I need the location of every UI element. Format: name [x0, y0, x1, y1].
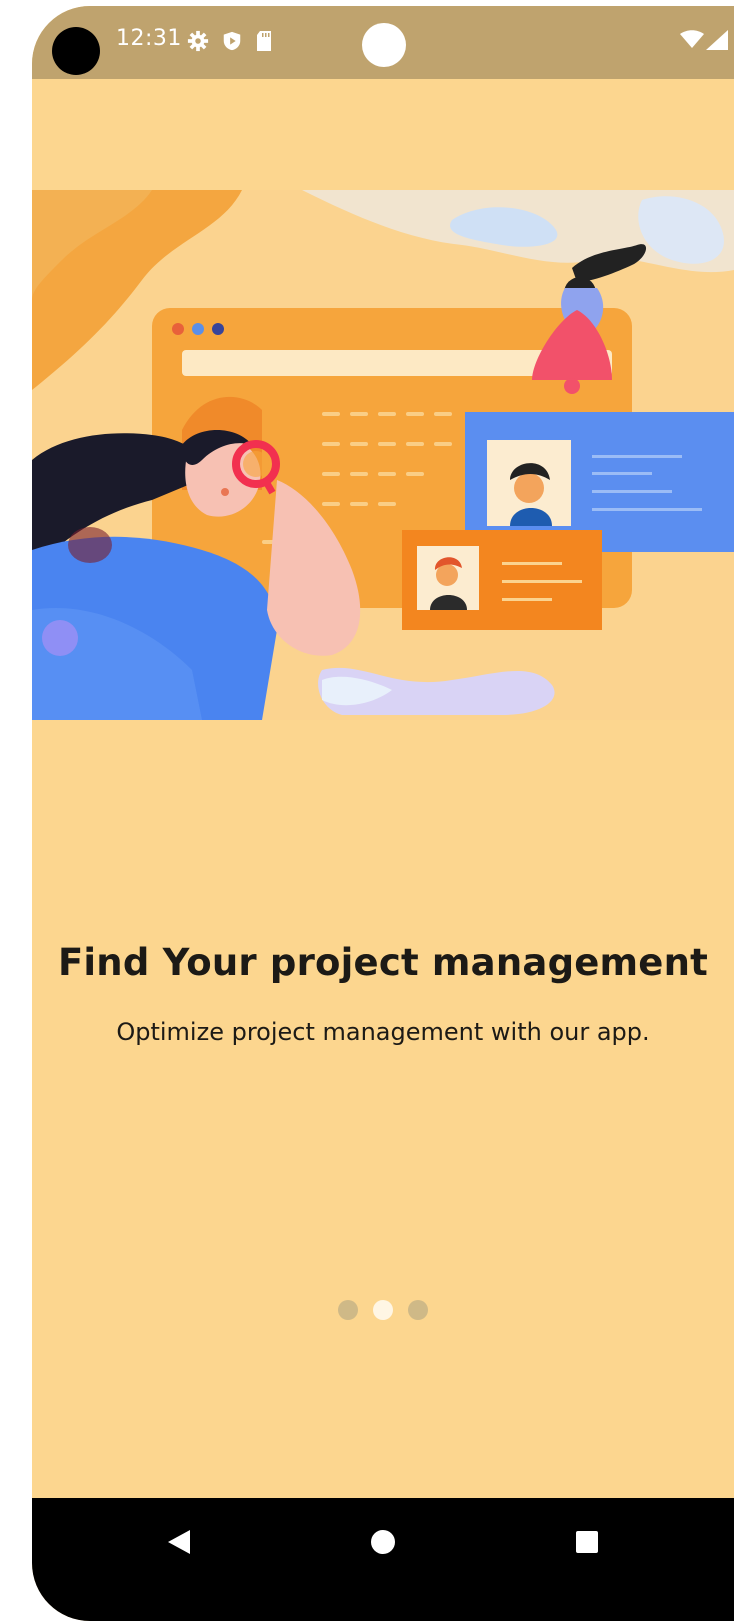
front-camera	[362, 23, 406, 67]
shield-play-icon	[221, 30, 243, 56]
status-bar: 12:31	[32, 6, 734, 79]
back-icon[interactable]	[157, 1520, 201, 1564]
cell-signal-icon	[706, 30, 728, 54]
pager-dot-3[interactable]	[408, 1300, 428, 1320]
status-clock: 12:31	[116, 26, 182, 51]
recents-icon[interactable]	[565, 1520, 609, 1564]
camera-cutout	[52, 27, 100, 75]
wifi-icon	[680, 30, 704, 54]
onboarding-subtitle: Optimize project management with our app…	[116, 1018, 650, 1046]
system-navigation-bar	[32, 1498, 734, 1621]
home-icon[interactable]	[361, 1520, 405, 1564]
pager-indicator	[32, 1300, 734, 1320]
project-management-illustration	[32, 190, 734, 720]
sd-card-icon	[255, 30, 273, 56]
connectivity-icons	[680, 30, 728, 54]
pager-dot-2-active[interactable]	[373, 1300, 393, 1320]
settings-gear-icon	[187, 30, 209, 56]
phone-screen: 12:31 Find Your project management Optim…	[32, 6, 734, 1621]
onboarding-title: Find Your project management	[57, 941, 709, 984]
notification-icons	[187, 30, 273, 56]
pager-dot-1[interactable]	[338, 1300, 358, 1320]
